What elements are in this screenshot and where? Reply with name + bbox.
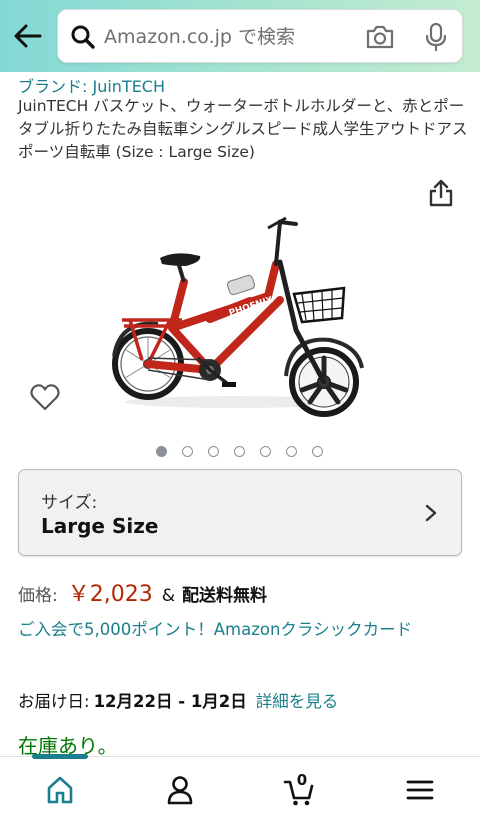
product-image[interactable]: PHOENIX [110,170,370,426]
carousel-dot[interactable] [312,446,323,457]
carousel-dot[interactable] [286,446,297,457]
search-box[interactable] [57,9,463,63]
microphone-icon[interactable] [424,22,448,52]
search-input[interactable] [104,22,344,52]
delivery-date: 12月22日 - 1月2日 [93,692,247,711]
menu-icon [406,780,434,800]
points-promo-link[interactable]: ご入会で5,000ポイント！Amazonクラシックカード [18,617,470,642]
back-button[interactable] [10,18,46,54]
home-icon [47,776,73,804]
delivery-row: お届け日: 12月22日 - 1月2日 詳細を見る [18,688,338,712]
nav-menu[interactable] [360,757,480,826]
product-title: JuinTECH バスケット、ウォーターボトルホルダーと、赤とポータブル折りたた… [18,97,468,161]
carousel-dot[interactable] [208,446,219,457]
carousel-dot[interactable] [182,446,193,457]
cart-icon [283,780,314,806]
price-row: 価格: ￥2,023 & 配送料無料 [18,576,267,607]
bottom-nav: 0 [0,754,480,826]
product-image-carousel[interactable]: PHOENIX [0,168,480,438]
size-selector-button[interactable]: サイズ: Large Size [18,469,462,556]
delivery-label: お届け日: [18,692,90,711]
user-icon [167,776,193,805]
size-label: サイズ: [41,493,98,513]
top-search-bar [0,0,480,72]
carousel-dot[interactable] [156,446,167,457]
carousel-dots [156,446,323,458]
size-value: Large Size [41,514,159,538]
price-label: 価格: [18,586,58,606]
carousel-dot[interactable] [260,446,271,457]
price-ampersand: & [161,586,175,606]
chevron-right-icon [425,504,437,522]
carousel-dot[interactable] [234,446,245,457]
nav-home[interactable] [0,754,120,826]
camera-icon[interactable] [365,23,395,51]
arrow-left-icon [14,24,42,48]
nav-cart[interactable]: 0 [240,757,360,826]
delivery-details-link[interactable]: 詳細を見る [256,688,339,712]
price-value: ￥2,023 [67,582,153,607]
share-icon[interactable] [428,178,454,208]
nav-account[interactable] [120,757,240,826]
search-icon [71,25,95,49]
free-shipping-label: 配送料無料 [181,586,267,606]
nav-active-indicator [32,754,88,759]
heart-icon[interactable] [29,382,61,412]
brand-link[interactable]: ブランド: JuinTECH [18,73,165,97]
